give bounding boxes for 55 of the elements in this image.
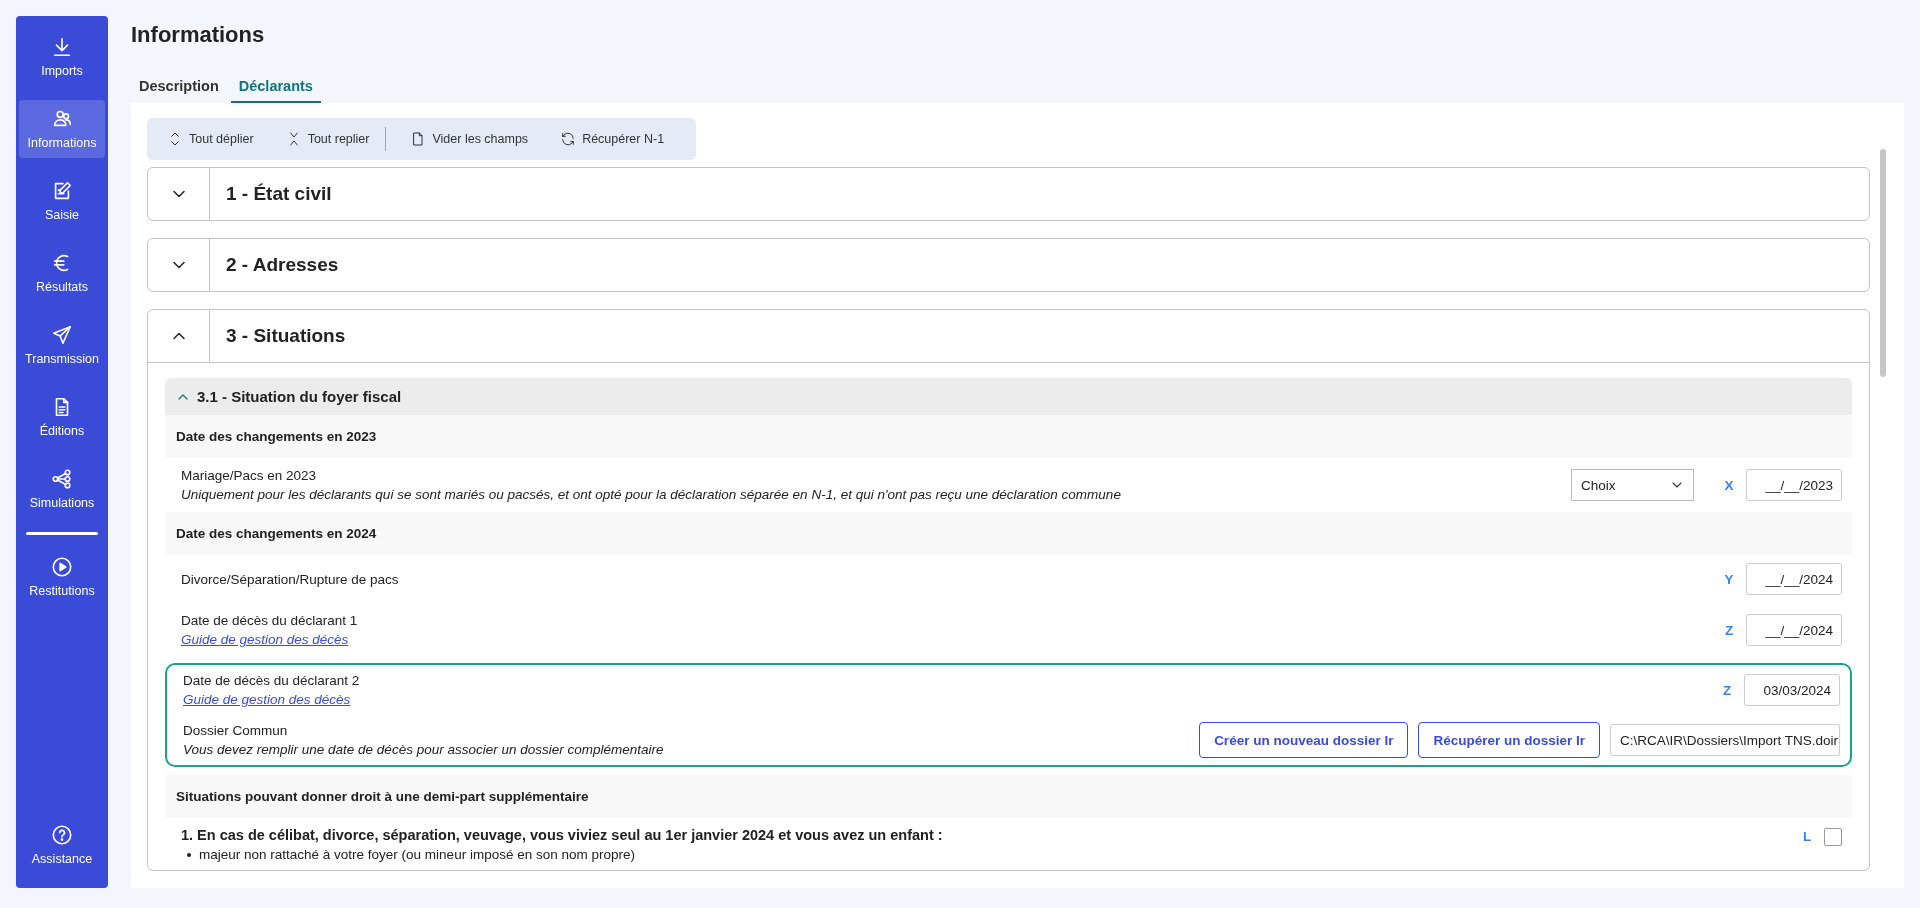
date-field[interactable]: __/__/2024: [1746, 614, 1842, 646]
field-label: Mariage/Pacs en 2023: [181, 467, 317, 485]
download-icon: [51, 36, 73, 58]
sidebar-item[interactable]: Imports: [19, 28, 105, 86]
toolbar-button[interactable]: Tout replier: [275, 125, 380, 153]
group-heading: Date des changements en 2024: [165, 512, 1852, 555]
send-icon: [51, 324, 73, 346]
sidebar-item[interactable]: Transmission: [19, 316, 105, 374]
sidebar-item[interactable]: Simulations: [19, 460, 105, 518]
sidebar-item[interactable]: Restitutions: [19, 548, 105, 606]
sidebar-item[interactable]: Saisie: [19, 172, 105, 230]
section-title: 3 - Situations: [226, 325, 346, 347]
toolbar-button[interactable]: Récupérer N-1: [550, 125, 675, 153]
date-field[interactable]: __/__/2024: [1746, 563, 1842, 595]
checkbox[interactable]: [1824, 827, 1842, 846]
help-icon: [51, 824, 73, 846]
option-label: 1. En cas de célibat, divorce, séparation, veuvage, vous viviez seul au 1er janvier 2024 et vous avez un enfant :: [181, 826, 943, 845]
scrollbar-thumb[interactable]: [1880, 149, 1886, 377]
sidebar-item[interactable]: Éditions: [19, 388, 105, 446]
refresh-icon: [560, 131, 577, 147]
file-path-field[interactable]: C:\RCA\IR\Dossiers\Import TNS.doir: [1610, 724, 1840, 756]
field-label: Divorce/Séparation/Rupture de pacs: [181, 570, 399, 589]
tab[interactable]: Description: [131, 72, 227, 103]
subsection-header[interactable]: 3.1 - Situation du foyer fiscal: [165, 378, 1852, 415]
field-note: Vous devez remplir une date de décès pour associer un dossier complémentaire: [183, 741, 664, 759]
folder-button[interactable]: Créer un nouveau dossier Ir: [1199, 722, 1409, 758]
field-code: Y: [1723, 570, 1735, 589]
field-label: Date de décès du déclarant 1: [181, 612, 358, 630]
guide-link[interactable]: Guide de gestion des décès: [181, 630, 349, 649]
section-title: 1 - État civil: [226, 183, 332, 205]
field-label: Date de décès du déclarant 2: [183, 672, 360, 690]
sidebar-item[interactable]: Informations: [19, 100, 105, 158]
group-heading: Date des changements en 2023: [165, 415, 1852, 458]
date-field[interactable]: 03/03/2024: [1744, 674, 1840, 706]
section-title: 2 - Adresses: [226, 254, 339, 276]
field-label: Dossier Commun: [183, 722, 288, 740]
folder-button[interactable]: Récupérer un dossier Ir: [1418, 722, 1600, 758]
field-code: Z: [1723, 621, 1735, 640]
field-code: Z: [1721, 681, 1733, 700]
guide-link[interactable]: Guide de gestion des décès: [183, 690, 351, 709]
bullet-text: majeur non rattaché à votre foyer (ou mineur imposé en son nom propre): [199, 846, 635, 864]
bullet-icon: [187, 852, 191, 857]
page-title: Informations: [131, 21, 265, 49]
network-icon: [51, 468, 73, 490]
sidebar-item[interactable]: Résultats: [19, 244, 105, 302]
field-code: X: [1723, 476, 1735, 495]
field-code: L: [1801, 828, 1813, 846]
toolbar-button[interactable]: Tout déplier: [157, 125, 264, 153]
assistance-item[interactable]: Assistance: [19, 816, 105, 874]
date-field[interactable]: __/__/2023: [1746, 469, 1842, 501]
play-icon: [51, 556, 73, 578]
group-heading: Situations pouvant donner droit à une demi-part supplémentaire: [165, 775, 1852, 818]
toolbar-button[interactable]: Vider les champs: [400, 125, 539, 153]
choice-dropdown[interactable]: Choix: [1571, 469, 1694, 501]
field-note: Uniquement pour les déclarants qui se sont mariés ou pacsés, et ont opté pour la déclaration séparée en N-1, et qui n'ont pas reçu une déclaration commune: [181, 486, 1121, 504]
